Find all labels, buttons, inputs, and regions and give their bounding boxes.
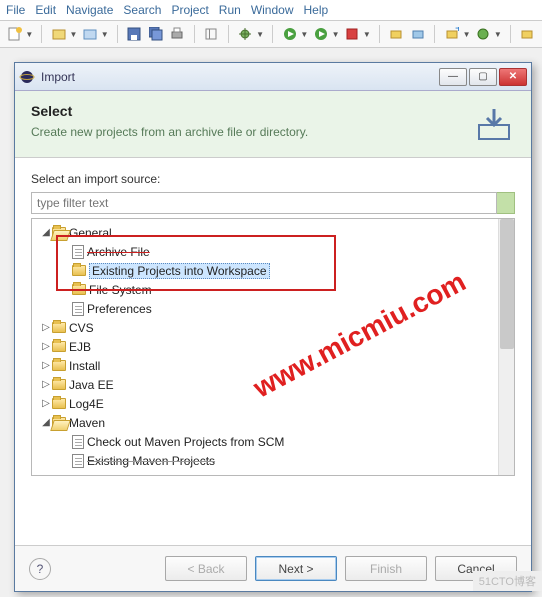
tree-node-existing-projects[interactable]: Existing Projects into Workspace	[34, 261, 512, 280]
menu-navigate[interactable]: Navigate	[66, 3, 113, 17]
expand-icon[interactable]: ▷	[40, 398, 52, 409]
tree-node-log4e[interactable]: ▷Log4E	[34, 394, 512, 413]
new-button-icon[interactable]	[6, 25, 23, 43]
tree-node-ejb[interactable]: ▷EJB	[34, 337, 512, 356]
menu-project[interactable]: Project	[171, 3, 208, 17]
file-icon	[72, 454, 84, 468]
dropdown-icon[interactable]: ▼	[463, 30, 471, 39]
tree-node-general[interactable]: ◢General	[34, 223, 512, 242]
import-icon	[473, 103, 515, 145]
next-button[interactable]: Next >	[255, 556, 337, 581]
import-dialog: Import — ▢ ✕ Select Create new projects …	[14, 62, 532, 592]
toolbar-icon[interactable]	[475, 25, 492, 43]
dropdown-icon[interactable]: ▼	[256, 30, 264, 39]
save-all-icon[interactable]	[147, 25, 164, 43]
debug-icon[interactable]	[237, 25, 254, 43]
toolbar-icon[interactable]	[388, 25, 405, 43]
folder-open-icon	[52, 417, 66, 428]
scrollbar-thumb[interactable]	[500, 219, 514, 349]
folder-icon	[72, 265, 86, 276]
toolbar-icon[interactable]	[203, 25, 220, 43]
menu-search[interactable]: Search	[123, 3, 161, 17]
toolbar-icon[interactable]	[81, 25, 98, 43]
tree-node-cvs[interactable]: ▷CVS	[34, 318, 512, 337]
clear-filter-button[interactable]	[497, 192, 515, 214]
tree-node-maven-existing[interactable]: Existing Maven Projects	[34, 451, 512, 470]
close-button[interactable]: ✕	[499, 68, 527, 86]
dropdown-icon[interactable]: ▼	[300, 30, 308, 39]
run-last-icon[interactable]	[312, 25, 329, 43]
expand-icon[interactable]: ▷	[40, 341, 52, 352]
tree-node-preferences[interactable]: Preferences	[34, 299, 512, 318]
toolbar-icon[interactable]	[409, 25, 426, 43]
tree-node-javaee[interactable]: ▷Java EE	[34, 375, 512, 394]
collapse-icon[interactable]: ◢	[40, 227, 52, 238]
help-button[interactable]: ?	[29, 558, 51, 580]
toolbar-icon[interactable]	[50, 25, 67, 43]
scrollbar[interactable]	[498, 219, 514, 475]
folder-icon	[52, 398, 66, 409]
maximize-button[interactable]: ▢	[469, 68, 497, 86]
import-source-tree[interactable]: ◢General Archive File Existing Projects …	[31, 218, 515, 476]
eclipse-icon	[19, 69, 35, 85]
folder-icon	[52, 341, 66, 352]
file-icon	[72, 302, 84, 316]
dropdown-icon[interactable]: ▼	[332, 30, 340, 39]
menu-help[interactable]: Help	[304, 3, 329, 17]
dropdown-icon[interactable]: ▼	[101, 30, 109, 39]
menu-window[interactable]: Window	[251, 3, 294, 17]
toolbar-icon[interactable]	[519, 25, 536, 43]
dropdown-icon[interactable]: ▼	[494, 30, 502, 39]
folder-icon	[52, 360, 66, 371]
expand-icon[interactable]: ▷	[40, 360, 52, 371]
source-label: Select an import source:	[31, 172, 515, 186]
tree-node-install[interactable]: ▷Install	[34, 356, 512, 375]
folder-open-icon	[52, 227, 66, 238]
svg-text:+: +	[455, 27, 459, 35]
filter-input[interactable]	[31, 192, 497, 214]
dialog-title: Import	[41, 70, 439, 84]
finish-button[interactable]: Finish	[345, 556, 427, 581]
tree-node-maven[interactable]: ◢Maven	[34, 413, 512, 432]
expand-icon[interactable]: ▷	[40, 322, 52, 333]
dialog-footer: ? < Back Next > Finish Cancel	[15, 545, 531, 591]
dialog-titlebar[interactable]: Import — ▢ ✕	[15, 63, 531, 91]
external-tools-icon[interactable]	[344, 25, 361, 43]
main-toolbar: ▼ ▼ ▼ ▼ ▼ ▼ ▼ + ▼ ▼	[0, 21, 542, 48]
tree-node-archive-file[interactable]: Archive File	[34, 242, 512, 261]
banner-title: Select	[31, 103, 473, 119]
banner-description: Create new projects from an archive file…	[31, 125, 473, 139]
expand-icon[interactable]: ▷	[40, 379, 52, 390]
dialog-banner: Select Create new projects from an archi…	[15, 91, 531, 158]
source-watermark: 51CTO博客	[473, 571, 542, 591]
menu-edit[interactable]: Edit	[35, 3, 56, 17]
toolbar-icon[interactable]: +	[443, 25, 460, 43]
print-icon[interactable]	[168, 25, 185, 43]
run-icon[interactable]	[281, 25, 298, 43]
dropdown-icon[interactable]: ▼	[25, 30, 33, 39]
folder-icon	[72, 284, 86, 295]
file-icon	[72, 435, 84, 449]
save-icon[interactable]	[126, 25, 143, 43]
menu-file[interactable]: File	[6, 3, 25, 17]
main-menubar[interactable]: File Edit Navigate Search Project Run Wi…	[0, 0, 542, 21]
tree-node-maven-scm[interactable]: Check out Maven Projects from SCM	[34, 432, 512, 451]
dropdown-icon[interactable]: ▼	[363, 30, 371, 39]
dropdown-icon[interactable]: ▼	[70, 30, 78, 39]
file-icon	[72, 245, 84, 259]
collapse-icon[interactable]: ◢	[40, 417, 52, 428]
menu-run[interactable]: Run	[219, 3, 241, 17]
minimize-button[interactable]: —	[439, 68, 467, 86]
back-button[interactable]: < Back	[165, 556, 247, 581]
tree-node-file-system[interactable]: File System	[34, 280, 512, 299]
folder-icon	[52, 379, 66, 390]
folder-icon	[52, 322, 66, 333]
